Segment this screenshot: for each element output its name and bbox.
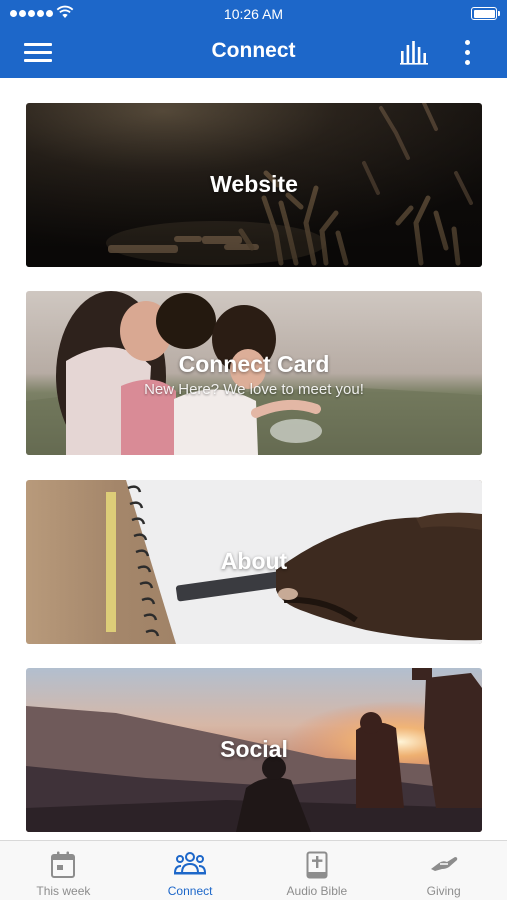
tab-this-week[interactable]: This week [0, 841, 127, 900]
tab-connect[interactable]: Connect [127, 841, 254, 900]
more-vertical-icon[interactable] [458, 38, 478, 68]
bible-icon [306, 851, 328, 879]
tab-label: Connect [167, 884, 213, 898]
tab-audio-bible[interactable]: Audio Bible [254, 841, 381, 900]
tab-label: This week [36, 884, 91, 898]
connect-card-card[interactable]: Connect Card New Here? We love to meet y… [26, 291, 482, 455]
card-title: About [220, 548, 288, 574]
status-bar: 10:26 AM [0, 0, 507, 28]
giving-hand-icon [430, 857, 457, 871]
tab-giving[interactable]: Giving [380, 841, 507, 900]
battery-icon [471, 7, 500, 20]
page-title: Connect [211, 39, 296, 62]
connect-list: Website Connect Card New Here? We love t… [0, 78, 507, 840]
bar-chart-icon[interactable] [400, 41, 430, 65]
people-icon [174, 852, 207, 875]
website-card[interactable]: Website [26, 103, 482, 267]
bottom-tab-bar: This week Connect Audio Bible Giving [0, 840, 507, 900]
card-subtitle: New Here? We love to meet you! [144, 381, 364, 398]
card-title: Social [220, 736, 288, 762]
card-title: Website [210, 171, 298, 197]
social-card[interactable]: Social [26, 668, 482, 832]
tab-label: Giving [426, 884, 461, 898]
about-card[interactable]: About [26, 480, 482, 644]
calendar-icon [51, 851, 76, 878]
card-title: Connect Card [178, 351, 330, 377]
status-time: 10:26 AM [223, 6, 284, 22]
navigation-bar: Connect [0, 28, 507, 78]
tab-label: Audio Bible [286, 884, 348, 898]
